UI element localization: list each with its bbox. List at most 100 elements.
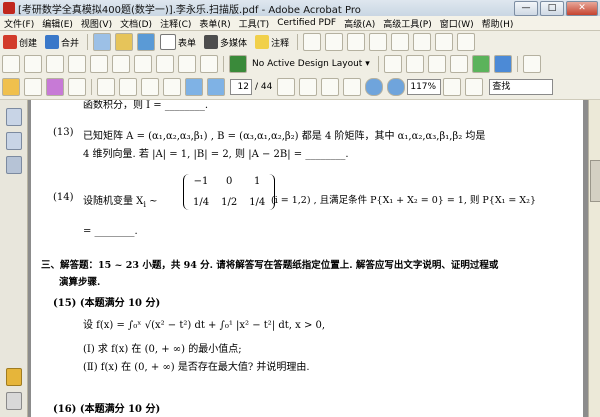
q14-tilde: ~ [149,196,158,207]
forms-button[interactable]: 表单 [157,33,199,51]
read-mode-icon[interactable] [443,78,462,96]
menu-advanced[interactable]: 高级(A) [340,17,379,30]
open-folder-icon[interactable] [2,78,20,96]
field-image-icon[interactable] [200,55,218,73]
matrix-cell: 1 [254,176,261,187]
menu-certified-pdf[interactable]: Certified PDF [273,18,340,28]
zoom-tool-icon[interactable] [321,78,340,96]
document-viewport[interactable]: 函数积分，则 I = ________. (13) 已知矩阵 A = (α₁,α… [28,100,588,417]
hand-tool-icon[interactable] [299,78,318,96]
layout-cube-icon[interactable] [493,55,512,73]
menu-comments[interactable]: 注释(C) [156,17,195,30]
layout-grid-icon[interactable] [383,55,402,73]
create-button[interactable]: 创建 [0,33,40,51]
matrix-cell: 1/2 [221,197,238,208]
field-list-icon[interactable] [46,55,64,73]
q14-subscript: i [143,199,146,209]
create-label: 创建 [19,38,38,49]
export-icon[interactable] [93,33,112,51]
acrobat-logo-icon [3,2,15,14]
minimize-button[interactable]: — [514,0,538,16]
text-edit-icon[interactable] [413,33,432,51]
web-capture-icon[interactable] [163,78,181,96]
sign-pen-icon[interactable] [137,33,156,51]
prev-question-tail: 函数积分，则 I = ________. [83,100,209,111]
menu-window[interactable]: 窗口(W) [436,17,478,30]
signatures-panel-icon[interactable] [6,156,22,174]
field-barcode-icon[interactable] [134,55,152,73]
menu-view[interactable]: 视图(V) [77,17,116,30]
select-cursor-icon[interactable] [277,78,296,96]
layout-tree-icon[interactable] [471,55,490,73]
full-screen-icon[interactable] [465,78,484,96]
field-date-icon[interactable] [178,55,196,73]
matrix-cell: 1/4 [193,197,210,208]
save-icon[interactable] [24,78,42,96]
scrollbar-thumb[interactable] [590,160,600,202]
matrix-cell: 1/4 [249,197,266,208]
menu-forms[interactable]: 表单(R) [195,17,234,30]
combine-button[interactable]: 合并 [42,33,82,51]
field-signature-icon[interactable] [156,55,174,73]
rectangle-icon[interactable] [369,33,388,51]
q14-number: (14) [53,192,74,203]
design-layout-dropdown[interactable]: No Active Design Layout ▾ [249,55,373,73]
design-layout-icon[interactable] [229,55,247,73]
menu-advanced-tools[interactable]: 高级工具(P) [379,17,435,30]
secure-lock-icon[interactable] [115,33,134,51]
pages-panel-icon[interactable] [6,108,22,126]
close-button[interactable]: ✕ [566,0,598,16]
q13-number: (13) [53,127,74,138]
navigation-panel [0,100,28,417]
menu-file[interactable]: 文件(F) [0,17,38,30]
layout-options-icon[interactable] [522,55,541,73]
menu-help[interactable]: 帮助(H) [478,17,518,30]
q14-answer-blank: = ________. [83,226,138,237]
attach-icon[interactable] [457,33,476,51]
toolbar-separator [516,56,518,72]
matrix-cell: −1 [193,176,209,187]
scanner-icon[interactable] [141,78,159,96]
menu-document[interactable]: 文档(D) [116,17,156,30]
fit-page-icon[interactable] [343,78,362,96]
maximize-button[interactable]: □ [540,0,564,16]
email-icon[interactable] [68,78,86,96]
page-up-icon[interactable] [185,78,203,96]
vertical-scrollbar[interactable] [588,100,600,417]
shape-icon[interactable] [391,33,410,51]
window-title: [考研数学全真模拟400题(数学一)].李永乐.扫描版.pdf - Adobe … [18,4,361,16]
q15-header: (15) (本题满分 10 分) [53,298,161,309]
zoom-in-icon[interactable] [387,78,406,96]
q14-condition: (i = 1,2) , 且满足条件 P{X₁ + X₂ = 0} = 1, 则 … [271,195,537,206]
print-icon[interactable] [97,78,115,96]
organizer-icon[interactable] [46,78,64,96]
menu-edit[interactable]: 编辑(E) [38,17,77,30]
zoom-out-icon[interactable] [365,78,384,96]
field-checkbox-icon[interactable] [2,55,20,73]
attachments-panel-icon[interactable] [6,392,22,410]
print-setup-icon[interactable] [119,78,137,96]
page-down-icon[interactable] [207,78,225,96]
text-box-icon[interactable] [325,33,344,51]
zoom-level-input[interactable]: 117% [407,79,442,95]
select-icon[interactable] [347,33,366,51]
multimedia-button[interactable]: 多媒体 [201,33,250,51]
bookmarks-panel-icon[interactable] [6,132,22,150]
comment-button[interactable]: 注释 [252,33,292,51]
field-combo-icon[interactable] [68,55,86,73]
menu-tools[interactable]: 工具(T) [235,17,274,30]
field-button-icon[interactable] [90,55,108,73]
find-input[interactable]: 查找 [489,79,554,95]
page-number-input[interactable]: 12 [230,79,252,95]
section3-heading-line1: 三、解答题：15 ~ 23 小题，共 94 分. 请将解答写在答题纸指定位置上.… [41,260,499,271]
highlight-icon[interactable] [435,33,454,51]
layout-tag-icon[interactable] [449,55,468,73]
comments-panel-icon[interactable] [6,368,22,386]
field-text-icon[interactable] [112,55,130,73]
field-radio-icon[interactable] [24,55,42,73]
layout-refresh-icon[interactable] [405,55,424,73]
q14-distribution-table: −1 0 1 1/4 1/2 1/4 [187,176,271,208]
stamp-icon[interactable] [303,33,322,51]
layout-flag-icon[interactable] [427,55,446,73]
pdf-page: 函数积分，则 I = ________. (13) 已知矩阵 A = (α₁,α… [31,100,583,417]
